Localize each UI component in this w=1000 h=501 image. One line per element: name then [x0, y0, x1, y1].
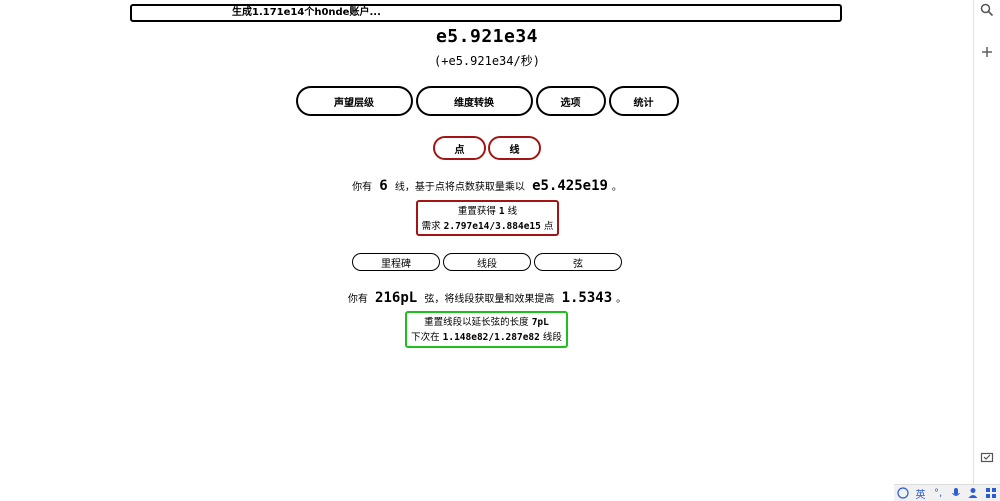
- points-rate: (+e5.921e34/秒): [434, 54, 540, 68]
- banner-text: 生成1.171e14个h0nde账户...: [232, 7, 381, 18]
- string-reset-gain: 重置线段以延长弦的长度 7pL: [407, 315, 566, 330]
- strings-middle: 弦，将线段获取量和效果提高: [424, 294, 555, 305]
- pill-label: 里程碑: [381, 258, 411, 270]
- lines-info: 你有 6 线，基于点将点数获取量乘以 e5.425e19。: [0, 178, 974, 194]
- lines-multiplier: e5.425e19: [532, 178, 608, 194]
- string-reset-gain-value: 7pL: [531, 317, 549, 328]
- string-reset-req-prefix: 下次在: [411, 332, 440, 343]
- tab-label: 统计: [633, 97, 654, 109]
- browser-side-panel: [973, 0, 1000, 501]
- ime-logo-icon[interactable]: [897, 486, 909, 500]
- ime-toolbar: 英 °,: [894, 484, 1000, 501]
- subtab-strings[interactable]: 弦: [534, 253, 622, 271]
- grid-menu-icon[interactable]: [985, 486, 997, 500]
- tab-options[interactable]: 选项: [535, 86, 606, 116]
- string-reset-requirement: 下次在 1.148e82/1.287e82 线段: [407, 330, 566, 345]
- line-reset-req-suffix: 点: [543, 221, 554, 232]
- tab-statistics[interactable]: 统计: [608, 86, 679, 116]
- ime-language-toggle[interactable]: 英: [914, 486, 926, 501]
- game-page: 生成1.171e14个h0nde账户... e5.921e34 (+e5.921…: [0, 0, 1000, 501]
- tab-label: 维度转换: [454, 97, 494, 109]
- points-amount: e5.921e34: [435, 26, 539, 47]
- line-reset-requirement: 需求 2.797e14/3.884e15 点: [418, 219, 557, 234]
- strings-suffix: 。: [616, 294, 627, 305]
- strings-multiplier: 1.5343: [561, 290, 613, 306]
- user-icon[interactable]: [967, 486, 979, 500]
- pill-label: 线段: [477, 258, 497, 270]
- line-reset-req-value: 2.797e14/3.884e15: [443, 221, 541, 232]
- line-reset-gain-suffix: 线: [507, 206, 518, 217]
- subtab-points[interactable]: 点: [433, 136, 486, 160]
- strings-prefix: 你有: [347, 294, 368, 305]
- main-tabs: 声望层级 维度转换 选项 统计: [0, 86, 974, 116]
- line-reset-gain: 重置获得 1 线: [418, 204, 557, 219]
- string-reset-req-suffix: 线段: [542, 332, 562, 343]
- generate-accounts-banner[interactable]: 生成1.171e14个h0nde账户...: [130, 4, 842, 22]
- microphone-icon[interactable]: [950, 486, 962, 500]
- string-reset-button[interactable]: 重置线段以延长弦的长度 7pL 下次在 1.148e82/1.287e82 线段: [405, 311, 568, 348]
- string-reset-req-value: 1.148e82/1.287e82: [442, 332, 540, 343]
- search-icon[interactable]: [980, 3, 994, 17]
- string-reset-gain-prefix: 重置线段以延长弦的长度: [424, 317, 529, 328]
- pill-label: 弦: [573, 258, 583, 270]
- tab-label: 声望层级: [334, 97, 374, 109]
- plus-icon[interactable]: [980, 45, 994, 59]
- subtab-lines[interactable]: 线: [488, 136, 541, 160]
- tab-prestige-layers[interactable]: 声望层级: [295, 86, 413, 116]
- strings-info: 你有 216pL 弦，将线段获取量和效果提高 1.5343。: [0, 290, 974, 306]
- line-reset-gain-value: 1: [498, 206, 505, 217]
- layer-subtabs: 点 线: [0, 136, 974, 160]
- tab-label: 选项: [560, 97, 581, 109]
- line-reset-req-prefix: 需求: [421, 221, 441, 232]
- line-reset-gain-prefix: 重置获得: [457, 206, 496, 217]
- line-reset-button[interactable]: 重置获得 1 线 需求 2.797e14/3.884e15 点: [416, 200, 559, 236]
- lines-suffix: 。: [611, 182, 622, 193]
- subtab-segments[interactable]: 线段: [443, 253, 531, 271]
- subtab-label: 线: [509, 144, 520, 156]
- ime-punctuation-toggle[interactable]: °,: [932, 486, 944, 500]
- lines-subtabs: 里程碑 线段 弦: [0, 253, 974, 271]
- lines-middle: 线，基于点将点数获取量乘以: [394, 182, 525, 193]
- tab-dimension-shift[interactable]: 维度转换: [415, 86, 533, 116]
- subtab-milestones[interactable]: 里程碑: [352, 253, 440, 271]
- subtab-label: 点: [454, 144, 465, 156]
- strings-count: 216pL: [375, 290, 418, 306]
- lines-count: 6: [379, 178, 388, 194]
- lines-prefix: 你有: [352, 182, 373, 193]
- screenshot-icon[interactable]: [980, 451, 994, 465]
